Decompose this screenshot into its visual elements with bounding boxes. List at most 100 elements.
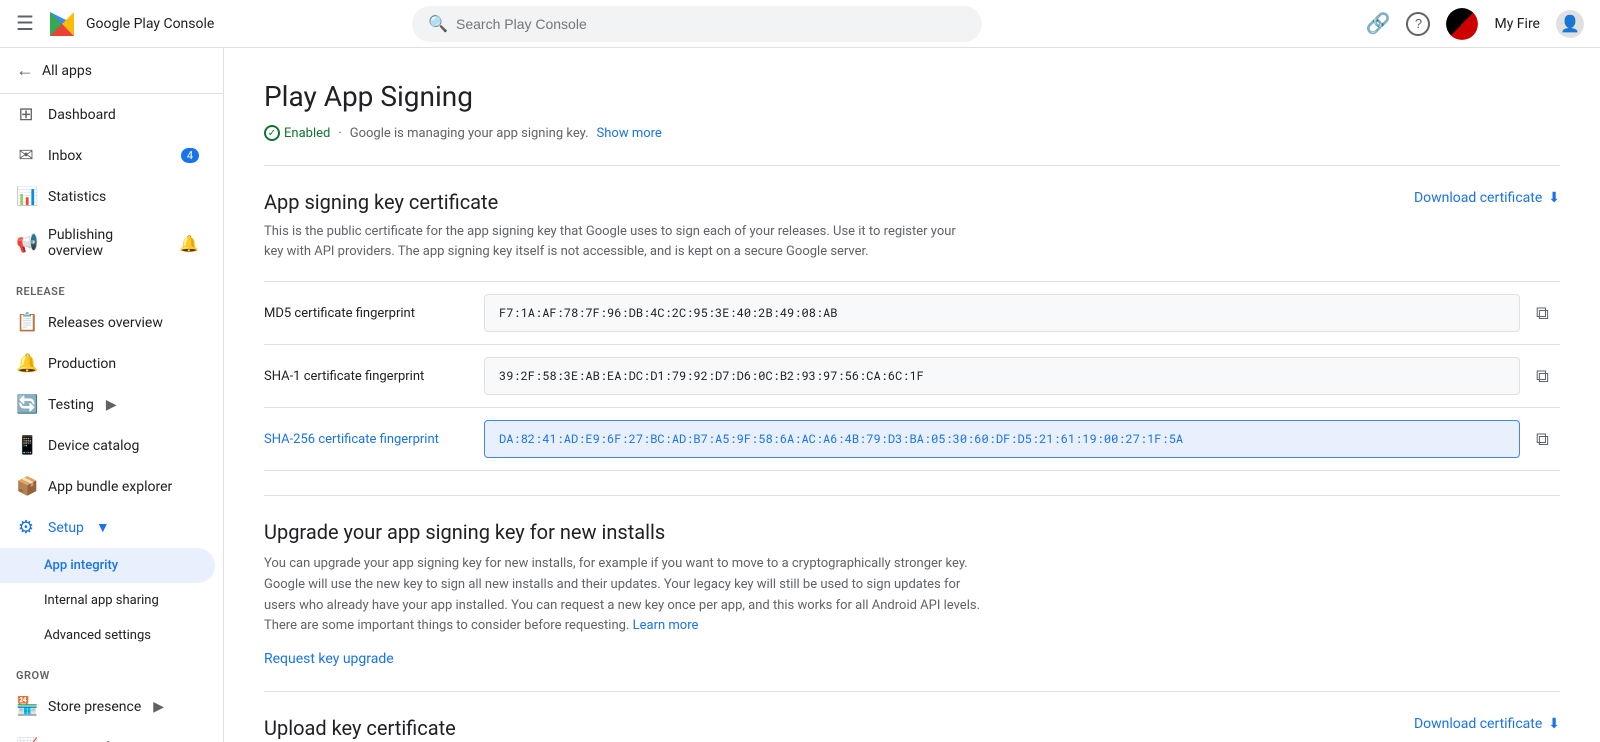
enabled-dot-icon bbox=[264, 125, 280, 141]
app-bundle-icon: 📦 bbox=[16, 476, 36, 497]
divider-2 bbox=[264, 495, 1560, 496]
sidebar-item-internal-app-sharing[interactable]: Internal app sharing bbox=[0, 583, 215, 618]
sha1-copy-cell: ⧉ bbox=[1520, 345, 1560, 408]
sha256-label: SHA-256 certificate fingerprint bbox=[264, 408, 484, 471]
divider-3 bbox=[264, 691, 1560, 692]
topbar-right: 🔗 ? My Fire 👤 bbox=[1366, 8, 1584, 40]
help-icon: ? bbox=[1406, 12, 1430, 36]
signing-key-desc: This is the public certificate for the a… bbox=[264, 222, 964, 261]
avatar-flag[interactable] bbox=[1446, 8, 1478, 40]
sidebar-item-setup[interactable]: ⚙ Setup ▼ bbox=[0, 507, 215, 548]
sidebar-item-advanced-settings[interactable]: Advanced settings bbox=[0, 618, 215, 653]
md5-label: MD5 certificate fingerprint bbox=[264, 282, 484, 345]
copy-icon-md5: ⧉ bbox=[1536, 303, 1549, 324]
sidebar: ← All apps ⊞ Dashboard ✉ Inbox 4 📊 Stati… bbox=[0, 48, 224, 742]
sidebar-item-production[interactable]: 🔔 Production bbox=[0, 343, 215, 384]
sha256-copy-button[interactable]: ⧉ bbox=[1532, 425, 1553, 454]
dashboard-icon: ⊞ bbox=[16, 104, 36, 125]
md5-row: MD5 certificate fingerprint F7:1A:AF:78:… bbox=[264, 282, 1560, 345]
fingerprints-table: MD5 certificate fingerprint F7:1A:AF:78:… bbox=[264, 281, 1560, 471]
production-icon: 🔔 bbox=[16, 353, 36, 374]
download-certificate-button-1[interactable]: Download certificate ⬇ bbox=[1414, 190, 1560, 206]
sha1-label: SHA-1 certificate fingerprint bbox=[264, 345, 484, 408]
page-status: Enabled · Google is managing your app si… bbox=[264, 125, 1560, 141]
request-key-upgrade-link[interactable]: Request key upgrade bbox=[264, 651, 394, 667]
status-text: Enabled bbox=[284, 126, 330, 141]
all-apps-label: All apps bbox=[42, 63, 92, 79]
status-separator: · bbox=[338, 126, 341, 141]
download-icon-1: ⬇ bbox=[1548, 190, 1560, 206]
upload-key-section-header: Upload key certificate Download certific… bbox=[264, 716, 1560, 742]
download-icon-2: ⬇ bbox=[1548, 716, 1560, 732]
sha1-value: 39:2F:58:3E:AB:EA:DC:D1:79:92:D7:D6:0C:B… bbox=[484, 357, 1520, 395]
md5-copy-button[interactable]: ⧉ bbox=[1532, 299, 1553, 328]
sidebar-label-dashboard: Dashboard bbox=[48, 107, 116, 123]
upgrade-title: Upgrade your app signing key for new ins… bbox=[264, 520, 1560, 544]
search-input[interactable] bbox=[456, 16, 966, 32]
help-button[interactable]: ? bbox=[1406, 12, 1430, 36]
status-desc: Google is managing your app signing key. bbox=[350, 126, 589, 141]
sidebar-item-store-performance[interactable]: 📈 Store performance bbox=[0, 727, 215, 742]
search-icon: 🔍 bbox=[428, 14, 448, 33]
sidebar-label-production: Production bbox=[48, 356, 116, 372]
publishing-icon: 📢 bbox=[16, 233, 36, 254]
logo[interactable]: Google Play Console bbox=[46, 8, 214, 40]
sidebar-label-statistics: Statistics bbox=[48, 189, 106, 205]
sidebar-label-releases: Releases overview bbox=[48, 315, 163, 331]
link-button[interactable]: 🔗 bbox=[1366, 11, 1391, 36]
statistics-icon: 📊 bbox=[16, 186, 36, 207]
sidebar-label-setup: Setup bbox=[48, 520, 84, 536]
sidebar-item-store-presence[interactable]: 🏪 Store presence ▶ bbox=[0, 686, 215, 727]
sidebar-item-app-bundle[interactable]: 📦 App bundle explorer bbox=[0, 466, 215, 507]
md5-copy-cell: ⧉ bbox=[1520, 282, 1560, 345]
release-section-label: Release bbox=[0, 269, 223, 302]
enabled-badge: Enabled bbox=[264, 125, 330, 141]
sidebar-label-advanced-settings: Advanced settings bbox=[44, 628, 151, 643]
download-certificate-button-2[interactable]: Download certificate ⬇ bbox=[1414, 716, 1560, 732]
sidebar-label-store-presence: Store presence bbox=[48, 699, 141, 715]
account-menu[interactable]: My Fire bbox=[1494, 16, 1540, 32]
all-apps-button[interactable]: ← All apps bbox=[0, 48, 223, 94]
sidebar-label-app-bundle: App bundle explorer bbox=[48, 479, 172, 495]
logo-text: Google Play Console bbox=[86, 16, 214, 32]
account-name: My Fire bbox=[1494, 16, 1540, 32]
testing-icon: 🔄 bbox=[16, 394, 36, 415]
sidebar-item-releases-overview[interactable]: 📋 Releases overview bbox=[0, 302, 215, 343]
sha1-copy-button[interactable]: ⧉ bbox=[1532, 362, 1553, 391]
search-container: 🔍 bbox=[412, 6, 982, 42]
upgrade-desc: You can upgrade your app signing key for… bbox=[264, 554, 984, 637]
menu-button[interactable]: ☰ bbox=[16, 11, 34, 36]
setup-expand-icon: ▼ bbox=[96, 519, 110, 536]
sidebar-label-app-integrity: App integrity bbox=[44, 558, 118, 573]
releases-icon: 📋 bbox=[16, 312, 36, 333]
sidebar-item-publishing[interactable]: 📢 Publishing overview 🔔 bbox=[0, 217, 215, 269]
sidebar-item-inbox[interactable]: ✉ Inbox 4 bbox=[0, 135, 215, 176]
download-label-2: Download certificate bbox=[1414, 716, 1542, 732]
sidebar-item-dashboard[interactable]: ⊞ Dashboard bbox=[0, 94, 215, 135]
profile-icon[interactable]: 👤 bbox=[1556, 10, 1584, 38]
setup-icon: ⚙ bbox=[16, 517, 36, 538]
inbox-icon: ✉ bbox=[16, 145, 36, 166]
logo-icon bbox=[46, 8, 78, 40]
inbox-badge: 4 bbox=[181, 148, 199, 163]
sidebar-item-statistics[interactable]: 📊 Statistics bbox=[0, 176, 215, 217]
sha256-value: DA:82:41:AD:E9:6F:27:BC:AD:B7:A5:9F:58:6… bbox=[484, 420, 1520, 458]
sidebar-label-inbox: Inbox bbox=[48, 148, 82, 164]
md5-value-cell: F7:1A:AF:78:7F:96:DB:4C:2C:95:3E:40:2B:4… bbox=[484, 282, 1520, 345]
sha1-value-cell: 39:2F:58:3E:AB:EA:DC:D1:79:92:D7:D6:0C:B… bbox=[484, 345, 1520, 408]
topbar: ☰ Google Play Console 🔍 🔗 ? My Fire 👤 bbox=[0, 0, 1600, 48]
copy-icon-sha1: ⧉ bbox=[1536, 366, 1549, 387]
sidebar-item-device-catalog[interactable]: 📱 Device catalog bbox=[0, 425, 215, 466]
show-more-link[interactable]: Show more bbox=[597, 126, 662, 141]
signing-key-title: App signing key certificate bbox=[264, 190, 498, 214]
upload-key-title: Upload key certificate bbox=[264, 716, 456, 740]
sidebar-item-app-integrity[interactable]: App integrity bbox=[0, 548, 215, 583]
profile-avatar: 👤 bbox=[1560, 14, 1580, 33]
store-presence-expand-icon: ▶ bbox=[153, 699, 164, 715]
grow-section-label: Grow bbox=[0, 653, 223, 686]
learn-more-link[interactable]: Learn more bbox=[633, 618, 699, 633]
sidebar-label-device-catalog: Device catalog bbox=[48, 438, 139, 454]
sidebar-label-internal-app-sharing: Internal app sharing bbox=[44, 593, 159, 608]
sha256-row: SHA-256 certificate fingerprint DA:82:41… bbox=[264, 408, 1560, 471]
sidebar-item-testing[interactable]: 🔄 Testing ▶ bbox=[0, 384, 215, 425]
